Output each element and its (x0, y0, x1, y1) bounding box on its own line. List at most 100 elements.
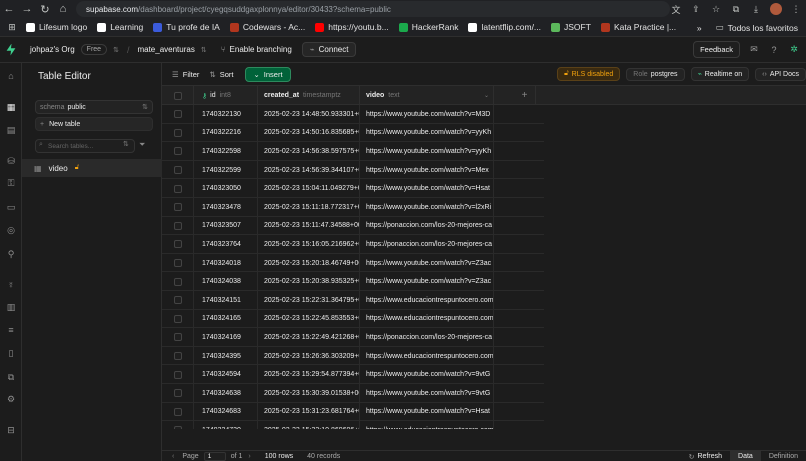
home-nav-icon[interactable]: ⌂ (5, 70, 17, 82)
table-row[interactable]: 1740324151 2025-02-23 15:22:31.364795+00 h… (162, 291, 544, 310)
sort-button[interactable]: ⇅ Sort (209, 70, 233, 79)
cell-video[interactable]: https://ponaccion.com/los-20-mejores-ca (360, 328, 494, 347)
cell-id[interactable]: 1740324638 (194, 384, 258, 403)
table-editor-icon[interactable]: ▦ (5, 101, 17, 113)
supabase-logo[interactable] (0, 37, 22, 63)
cell-id[interactable]: 1740322216 (194, 123, 258, 143)
cell-created-at[interactable]: 2025-02-23 15:22:49.421268+00 (258, 328, 360, 347)
bookmark-item[interactable]: https://youtu.b... (315, 22, 389, 32)
translate-icon[interactable]: 文 (670, 3, 682, 15)
table-row[interactable]: 1740324169 2025-02-23 15:22:49.421268+00 h… (162, 328, 544, 347)
cell-video[interactable]: https://www.youtube.com/watch?v=Z3ac (360, 272, 494, 291)
more-bookmarks-button[interactable]: » (697, 23, 702, 33)
refresh-button[interactable]: ↻ Refresh (681, 451, 730, 461)
row-checkbox[interactable] (173, 221, 182, 230)
cell-video[interactable]: https://www.educaciontrespuntocero.com (360, 309, 494, 329)
api-docs-icon[interactable]: ▯ (5, 347, 17, 359)
rls-disabled-button[interactable]: 🔓︎ RLS disabled (557, 67, 621, 81)
row-checkbox[interactable] (173, 426, 182, 429)
realtime-icon[interactable]: ⚲ (5, 248, 17, 260)
cell-created-at[interactable]: 2025-02-23 15:30:39.01538+00 (258, 384, 360, 403)
cell-created-at[interactable]: 2025-02-23 15:11:18.772317+00 (258, 198, 360, 217)
next-page-icon[interactable]: › (248, 453, 250, 460)
cell-created-at[interactable]: 2025-02-23 15:20:18.46749+00 (258, 253, 360, 273)
table-row[interactable]: 1740324018 2025-02-23 15:20:18.46749+00 ht… (162, 253, 544, 273)
profile-avatar[interactable] (770, 3, 782, 15)
org-name[interactable]: johpaz's Org (30, 45, 75, 54)
table-row[interactable]: 1740323507 2025-02-23 15:11:47.34588+00 ht… (162, 216, 544, 236)
cell-video[interactable]: https://www.youtube.com/watch?v=M3D (360, 105, 494, 124)
bookmark-item[interactable]: Lifesum logo (26, 22, 87, 32)
table-row[interactable]: 1740324165 2025-02-23 15:22:45.853553+00 h… (162, 309, 544, 329)
api-docs-button[interactable]: ‹› API Docs (755, 67, 806, 81)
cell-video[interactable]: https://www.educaciontrespuntocero.com (360, 346, 494, 366)
table-row[interactable]: 1740324395 2025-02-23 15:26:36.303209+00 h… (162, 346, 544, 366)
settings-icon[interactable]: ⚙ (5, 393, 17, 405)
cell-created-at[interactable]: 2025-02-23 15:29:54.877394+00 (258, 365, 360, 384)
new-table-button[interactable]: + New table (35, 117, 153, 131)
bookmark-item[interactable]: Learning (97, 22, 143, 32)
bookmark-star-icon[interactable]: ☆ (710, 3, 722, 15)
cell-video[interactable]: https://www.youtube.com/watch?v=Hsat (360, 179, 494, 198)
cell-video[interactable]: https://www.youtube.com/watch?v=Hsat (360, 402, 494, 422)
table-row[interactable]: 1740322598 2025-02-23 14:56:38.597575+00 h… (162, 142, 544, 161)
cell-video[interactable]: https://www.youtube.com/watch?v=9vtG (360, 365, 494, 384)
cell-id[interactable]: 1740323507 (194, 216, 258, 236)
cell-created-at[interactable]: 2025-02-23 15:32:10.869606+00 (258, 421, 360, 429)
feedback-button[interactable]: Feedback (693, 41, 740, 58)
cell-video[interactable]: https://ponaccion.com/los-20-mejores-ca (360, 216, 494, 236)
table-row[interactable]: 1740324038 2025-02-23 15:20:38.935325+00 h… (162, 272, 544, 291)
table-row[interactable]: 1740324594 2025-02-23 15:29:54.877394+00 h… (162, 365, 544, 384)
org-switch-icon[interactable]: ⇅ (113, 46, 119, 54)
table-row[interactable]: 1740324638 2025-02-23 15:30:39.01538+00 ht… (162, 384, 544, 403)
realtime-button[interactable]: ⌁ Realtime on (690, 67, 750, 81)
cell-id[interactable]: 1740324169 (194, 328, 258, 347)
column-header-id[interactable]: ⚷ id int8 (194, 86, 258, 105)
collapse-icon[interactable]: ⊟ (5, 424, 17, 436)
row-checkbox[interactable] (173, 314, 182, 323)
auth-icon[interactable]: ⚿ (5, 177, 17, 189)
page-number-input[interactable] (203, 451, 226, 461)
table-row[interactable]: 1740323764 2025-02-23 15:16:05.216962+00 h… (162, 235, 544, 254)
row-checkbox[interactable] (173, 259, 182, 268)
apps-grid-icon[interactable]: ⊞ (6, 21, 18, 33)
reload-icon[interactable]: ↻ (36, 0, 54, 18)
forward-icon[interactable]: → (18, 0, 36, 18)
share-icon[interactable]: ⇪ (690, 3, 702, 15)
bookmark-item[interactable]: Kata Practice |... (600, 22, 676, 32)
table-row[interactable]: 1740322130 2025-02-23 14:48:50.933301+00 h… (162, 105, 544, 124)
search-tables-input[interactable] (35, 139, 135, 153)
row-checkbox[interactable] (173, 277, 182, 286)
row-checkbox[interactable] (173, 128, 182, 137)
cell-id[interactable]: 1740324165 (194, 309, 258, 329)
cell-id[interactable]: 1740324594 (194, 365, 258, 384)
cell-video[interactable]: https://www.youtube.com/watch?v=Z3ac (360, 253, 494, 273)
prev-page-icon[interactable]: ‹ (172, 453, 174, 460)
cell-video[interactable]: https://www.youtube.com/watch?v=9vtG (360, 384, 494, 403)
assistant-icon[interactable]: ✲ (788, 44, 800, 56)
reports-icon[interactable]: ▥ (5, 301, 17, 313)
cell-created-at[interactable]: 2025-02-23 15:04:11.049279+00 (258, 179, 360, 198)
cell-created-at[interactable]: 2025-02-23 15:16:05.216962+00 (258, 235, 360, 254)
sql-editor-icon[interactable]: ▤ (5, 124, 17, 136)
cell-created-at[interactable]: 2025-02-23 14:56:39.344107+00 (258, 160, 360, 180)
insert-button[interactable]: ⌄ Insert (245, 66, 291, 82)
rows-per-page-select[interactable]: 100 rows (265, 453, 293, 460)
cell-created-at[interactable]: 2025-02-23 15:20:38.935325+00 (258, 272, 360, 291)
cell-id[interactable]: 1740323050 (194, 179, 258, 198)
cell-created-at[interactable]: 2025-02-23 14:48:50.933301+00 (258, 105, 360, 124)
row-checkbox[interactable] (173, 370, 182, 379)
cell-created-at[interactable]: 2025-02-23 15:22:31.364795+00 (258, 291, 360, 310)
select-all-checkbox[interactable] (173, 91, 182, 100)
cell-id[interactable]: 1740324395 (194, 346, 258, 366)
project-switch-icon[interactable]: ⇅ (201, 46, 207, 54)
cell-created-at[interactable]: 2025-02-23 15:31:23.681764+00 (258, 402, 360, 422)
project-name[interactable]: mate_aventuras (137, 45, 194, 54)
address-bar[interactable]: supabase.com/dashboard/project/cyegqsudd… (76, 1, 670, 17)
cell-created-at[interactable]: 2025-02-23 15:22:45.853553+00 (258, 309, 360, 329)
row-checkbox[interactable] (173, 389, 182, 398)
bookmark-item[interactable]: HackerRank (398, 22, 458, 32)
help-icon[interactable]: ? (768, 44, 780, 56)
cell-created-at[interactable]: 2025-02-23 15:26:36.303209+00 (258, 346, 360, 366)
row-checkbox[interactable] (173, 333, 182, 342)
